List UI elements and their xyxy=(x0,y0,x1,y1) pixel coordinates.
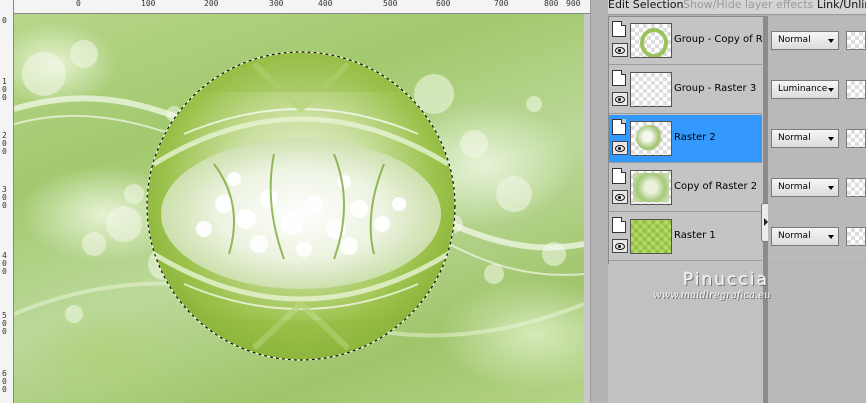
ruler-label: 300 xyxy=(269,0,284,8)
opacity-swatch[interactable] xyxy=(846,80,866,99)
layer-row[interactable]: Group - Copy of Raster xyxy=(609,17,788,65)
layer-row[interactable]: Raster 1 xyxy=(609,213,762,261)
blend-mode-dropdown[interactable]: Normal xyxy=(771,31,839,50)
ruler-label: 400 xyxy=(318,0,333,8)
opacity-swatch[interactable] xyxy=(846,178,866,197)
ruler-label: 5 0 0 xyxy=(2,311,7,336)
layer-mask-icon[interactable] xyxy=(612,168,626,184)
blend-mode-dropdown[interactable]: Luminance xyxy=(771,80,839,99)
opacity-swatch[interactable] xyxy=(846,31,866,50)
ruler-label: 200 xyxy=(204,0,219,8)
chevron-down-icon xyxy=(828,186,834,190)
eye-icon[interactable] xyxy=(612,92,628,106)
blend-mode-value: Normal xyxy=(778,35,811,45)
layer-thumbnail xyxy=(630,72,672,107)
eye-icon[interactable] xyxy=(612,239,628,253)
layer-thumbnail xyxy=(630,121,672,156)
layer-controls xyxy=(611,20,628,62)
panel-splitter[interactable] xyxy=(590,0,609,403)
ruler-label: 3 0 0 xyxy=(2,185,7,210)
layer-name[interactable]: Copy of Raster 2 xyxy=(674,181,757,192)
vertical-ruler: 0 1 0 0 2 0 0 3 0 0 4 0 0 5 0 0 6 0 0 xyxy=(0,0,14,403)
show-hide-layer-effects-button[interactable]: Show/Hide layer effects xyxy=(683,0,813,11)
ruler-label: 100 xyxy=(141,0,156,8)
blend-mode-dropdown[interactable]: Normal xyxy=(771,227,839,246)
ruler-label: 4 0 0 xyxy=(2,251,7,276)
layer-thumbnail xyxy=(630,219,672,254)
ruler-label: 0 xyxy=(2,16,7,25)
canvas-area[interactable]: 0 100 200 300 400 500 600 700 800 900 0 … xyxy=(0,0,590,403)
layer-controls xyxy=(611,118,628,160)
layer-properties-row: Normal xyxy=(768,213,866,261)
eye-icon[interactable] xyxy=(612,43,628,57)
edit-selection-button[interactable]: Edit Selection xyxy=(608,0,684,11)
blend-mode-value: Normal xyxy=(778,133,811,143)
image-canvas[interactable] xyxy=(14,14,584,403)
layer-mask-icon[interactable] xyxy=(612,70,626,86)
layers-list: Group - Copy of Raster Group - Raster 3 … xyxy=(608,16,788,265)
layer-row[interactable]: Copy of Raster 2 xyxy=(609,164,762,212)
ruler-label: 900 xyxy=(566,0,581,8)
opacity-swatch[interactable] xyxy=(846,129,866,148)
opacity-swatch[interactable] xyxy=(846,227,866,246)
ruler-label: 1 0 0 xyxy=(2,77,7,102)
layer-controls xyxy=(611,167,628,209)
layer-properties-row: Normal xyxy=(768,17,866,65)
layer-row[interactable]: Group - Raster 3 xyxy=(609,66,762,114)
chevron-down-icon xyxy=(828,235,834,239)
layer-row-selected[interactable]: Raster 2 xyxy=(609,115,762,163)
layer-mask-icon[interactable] xyxy=(612,21,626,37)
ruler-label: 600 xyxy=(436,0,451,8)
blend-mode-value: Normal xyxy=(778,231,811,241)
ruler-label: 700 xyxy=(494,0,509,8)
ruler-label: 6 0 0 xyxy=(2,369,7,394)
blend-mode-dropdown[interactable]: Normal xyxy=(771,178,839,197)
layer-properties-row: Normal xyxy=(768,164,866,212)
ruler-label: 500 xyxy=(383,0,398,8)
horizontal-ruler: 0 100 200 300 400 500 600 700 800 900 xyxy=(14,0,590,14)
watermark-url: www.maidiregrafica.eu xyxy=(653,290,771,301)
ruler-label: 0 xyxy=(76,0,81,8)
layers-toolbar: Edit Selection Show/Hide layer effects L… xyxy=(608,0,866,15)
eye-icon[interactable] xyxy=(612,141,628,155)
blend-mode-value: Luminance xyxy=(778,84,828,94)
artwork xyxy=(14,40,584,361)
layer-properties-row: Normal xyxy=(768,115,866,163)
ruler-label: 800 xyxy=(544,0,559,8)
layer-properties-row: Luminance xyxy=(768,66,866,114)
layer-mask-icon[interactable] xyxy=(612,217,626,233)
ruler-label: 2 0 0 xyxy=(2,131,7,156)
layer-name[interactable]: Raster 1 xyxy=(674,230,716,241)
layer-controls xyxy=(611,69,628,111)
layer-name[interactable]: Raster 2 xyxy=(674,132,716,143)
properties-empty-area xyxy=(768,264,866,403)
chevron-down-icon xyxy=(828,88,834,92)
blend-mode-value: Normal xyxy=(778,182,811,192)
layer-thumbnail xyxy=(630,170,672,205)
watermark-name: Pinuccia xyxy=(683,270,769,290)
link-unlink-button[interactable]: Link/Unlink xyxy=(817,0,866,11)
chevron-down-icon xyxy=(828,137,834,141)
layer-controls xyxy=(611,216,628,258)
layer-properties: Normal Luminance Normal Normal Normal xyxy=(768,16,866,263)
blend-mode-dropdown[interactable]: Normal xyxy=(771,129,839,148)
eye-icon[interactable] xyxy=(612,190,628,204)
chevron-down-icon xyxy=(828,39,834,43)
layer-thumbnail xyxy=(630,23,672,58)
layer-mask-icon[interactable] xyxy=(612,119,626,135)
layer-name[interactable]: Group - Raster 3 xyxy=(674,83,756,94)
